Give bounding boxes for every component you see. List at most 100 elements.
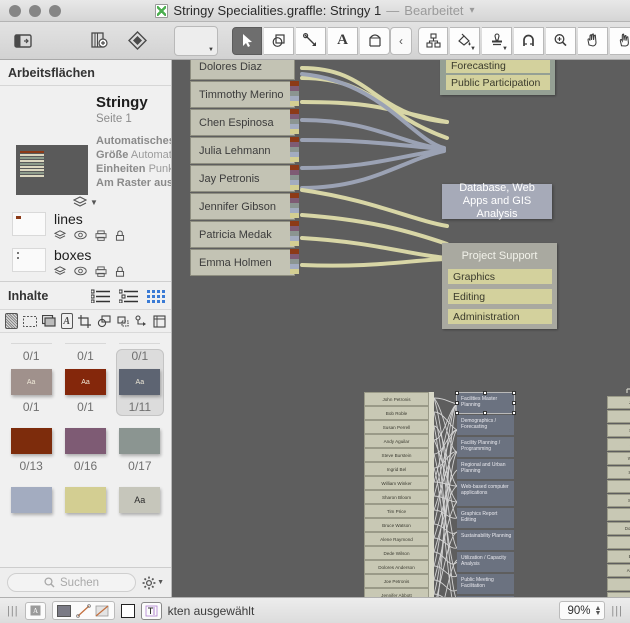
person-box[interactable]: John Petronis (364, 392, 429, 407)
swatch-color[interactable]: Aa (119, 369, 161, 395)
selection-handle[interactable] (512, 401, 516, 405)
shape-icon[interactable] (41, 313, 56, 329)
hand-tool[interactable] (578, 26, 608, 55)
zoom-tool[interactable] (546, 26, 576, 55)
person-box[interactable]: Andy Aguilar (364, 434, 429, 449)
swatch-item[interactable]: 0/17 (113, 416, 167, 475)
window-controls[interactable] (0, 4, 61, 17)
group-item[interactable]: Public Participation (446, 75, 550, 90)
object-style-group[interactable] (51, 601, 115, 620)
shape-button[interactable] (120, 603, 135, 618)
person-box[interactable]: William Winker (364, 476, 429, 491)
database-box[interactable]: Database, Web Apps and GIS Analysis (442, 182, 552, 220)
task-box[interactable]: Sustainability Planning (457, 530, 514, 550)
person-box[interactable]: Tim Price (364, 504, 429, 519)
chevron-down-icon[interactable]: ▾ (470, 5, 475, 16)
swatch-item[interactable]: 0/1 (58, 333, 112, 365)
layer-row-lines[interactable]: lines (0, 208, 171, 241)
zoom-control[interactable]: 90% ▲ ▼ (559, 601, 606, 620)
task-box[interactable]: Regional and Urban Planning (457, 459, 514, 479)
swatch-color[interactable] (64, 487, 106, 513)
selection-handle[interactable] (455, 401, 459, 405)
text-style-button[interactable]: A (24, 601, 46, 620)
group-item[interactable]: Forecasting (446, 60, 550, 73)
person-box[interactable]: Bob Roble (607, 410, 630, 423)
person-box[interactable]: Joe Petronis (364, 574, 429, 589)
swatch-color[interactable] (10, 428, 52, 454)
person-box[interactable]: Timmothy Merino (190, 81, 295, 108)
person-box[interactable]: Susan Perrell (364, 420, 429, 435)
crop-icon[interactable] (78, 313, 92, 329)
search-input[interactable]: Suchen (7, 573, 137, 592)
connection-icon[interactable] (135, 313, 148, 329)
selection-handle[interactable] (455, 391, 459, 395)
person-box[interactable]: Sharon Bloom (607, 466, 630, 479)
person-box[interactable]: Ingrid Bel (364, 462, 429, 477)
text-icon[interactable]: A (60, 313, 73, 329)
task-box[interactable]: Graphics Report Editing (457, 508, 514, 528)
line-tool[interactable] (296, 26, 326, 55)
person-box[interactable]: Tim Price (607, 536, 630, 549)
magnet-tool[interactable] (514, 26, 544, 55)
pen-tool[interactable] (360, 26, 390, 55)
collapse-group[interactable]: ‹ (390, 26, 412, 55)
swatch-color[interactable]: Aa (119, 487, 161, 513)
group-item[interactable]: Administration (448, 309, 552, 324)
layer-name[interactable]: lines (54, 212, 125, 226)
task-box[interactable]: Demographics / Forecasting (457, 415, 514, 435)
layer-icon-row[interactable] (54, 230, 125, 241)
content-filter-bar[interactable]: A (0, 309, 171, 333)
group-icon[interactable] (97, 313, 111, 329)
person-box[interactable]: Julia Lehmann (190, 137, 295, 164)
resize-grip-right-icon[interactable]: ||| (611, 605, 623, 617)
text-tool[interactable]: A (328, 26, 358, 55)
drawing-canvas[interactable]: Dolores Diaz Timmothy Merino Chen Espino… (172, 60, 630, 597)
project-support-group[interactable]: Project Support Graphics Editing Adminis… (442, 243, 557, 329)
person-box[interactable]: Joe Petronis (607, 578, 630, 591)
style-well-group[interactable]: ▼ (174, 25, 218, 56)
task-box[interactable]: Facility Planning / Programming (457, 437, 514, 457)
swatch-color[interactable]: Aa (10, 369, 52, 395)
zoom-button[interactable] (49, 4, 61, 17)
text-position-button[interactable] (140, 601, 162, 620)
person-box[interactable]: Bob Roble (364, 406, 429, 421)
rubber-stamp-tool[interactable]: ▼ (482, 26, 512, 55)
tool-palette-1[interactable]: A (232, 26, 390, 55)
person-box[interactable]: Emma Holmen (190, 249, 295, 276)
person-box[interactable]: Dolores Diaz (190, 60, 295, 80)
shadow-style-swatch[interactable] (94, 604, 111, 618)
person-box[interactable]: John Petronis (607, 396, 630, 409)
settings-menu[interactable]: ▼ (142, 576, 164, 590)
content-swatch-list[interactable]: 0/1 0/1 0/1 Aa 0/1 Aa 0/1 Aa 1/11 0/13 0/16… (0, 333, 171, 567)
person-box[interactable]: Alene Raymond (364, 532, 429, 547)
person-box[interactable]: Chen Espinosa (190, 109, 295, 136)
group-item[interactable]: Graphics (448, 269, 552, 284)
urban-planning-group[interactable]: Forecasting Public Participation (440, 60, 555, 95)
layer-icon-row[interactable] (54, 266, 125, 277)
zoom-stepper-icon[interactable]: ▲ ▼ (594, 605, 601, 617)
swatch-color[interactable]: Aa (64, 369, 106, 395)
person-box[interactable]: Sharon Bloom (364, 490, 429, 505)
swatch-color[interactable] (119, 428, 161, 454)
layer-row-boxes[interactable]: boxes (0, 241, 171, 277)
shape-tool[interactable] (264, 26, 294, 55)
paint-bucket-tool[interactable]: ▼ (450, 26, 480, 55)
person-box[interactable]: Jennifer Abbott (364, 588, 429, 597)
tool-palette-2[interactable]: ▼ ▼ (418, 26, 630, 55)
diagram-layout-tool[interactable] (418, 26, 448, 55)
magic-wand-icon[interactable] (116, 313, 130, 329)
browse-tool[interactable] (610, 26, 630, 55)
person-box[interactable]: Steve Burstein (607, 494, 630, 507)
person-box[interactable]: Dede Wilson (607, 480, 630, 493)
collapse-toolbar-chevron[interactable]: ‹ (390, 26, 412, 55)
swatch-item[interactable]: Aa 0/1 (58, 365, 112, 416)
swatch-item-selected[interactable]: Aa 1/11 (113, 349, 167, 416)
person-box[interactable]: Dolores Anderson (364, 560, 429, 575)
right-mini-diagram[interactable]: ARC Board of Directors John P. Petronis,… (602, 352, 630, 597)
swatch-item[interactable]: 0/16 (58, 416, 112, 475)
all-objects-icon[interactable] (5, 313, 18, 329)
swatch-item[interactable]: Aa 0/1 (4, 365, 58, 416)
person-box[interactable]: Jennifer Abbott (607, 592, 630, 597)
selection-handle[interactable] (483, 391, 487, 395)
person-box[interactable]: Andy Aguilar (607, 438, 630, 451)
